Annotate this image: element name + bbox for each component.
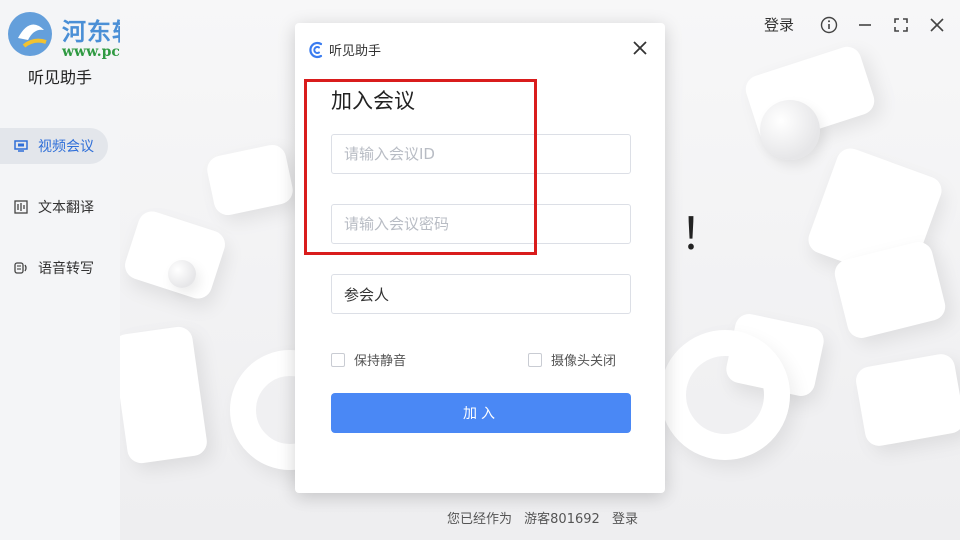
mute-checkbox[interactable]: 保持静音	[331, 350, 406, 369]
background-decoration	[760, 100, 820, 160]
camera-off-checkbox[interactable]: 摄像头关闭	[528, 350, 616, 369]
app-logo-icon	[309, 41, 323, 58]
dialog-header: 听见助手	[309, 40, 381, 59]
background-decoration	[120, 325, 209, 465]
sidebar-item-label: 语音转写	[38, 261, 94, 277]
watermark-logo-icon	[8, 12, 52, 56]
login-link[interactable]: 登录	[764, 14, 794, 35]
close-icon[interactable]	[928, 16, 946, 34]
join-button[interactable]: 加入	[331, 393, 631, 433]
sidebar-item-voice-transcribe[interactable]: 语音转写	[0, 250, 108, 286]
meeting-password-input[interactable]	[331, 204, 631, 244]
minimize-icon[interactable]	[856, 16, 874, 34]
text-translate-icon	[12, 198, 30, 216]
background-decoration	[121, 207, 229, 303]
app-name: 听见助手	[28, 68, 93, 87]
camera-off-checkbox-box[interactable]	[528, 352, 542, 367]
sidebar-item-label: 文本翻译	[38, 200, 94, 216]
participant-name-input[interactable]	[331, 274, 631, 314]
guest-status-prefix: 您已经作为	[447, 512, 513, 527]
guest-id: 游客801692	[524, 512, 600, 527]
background-decoration	[168, 260, 196, 288]
maximize-icon[interactable]	[892, 16, 910, 34]
sidebar-item-text-translate[interactable]: 文本翻译	[0, 189, 108, 225]
voice-transcribe-icon	[12, 259, 30, 277]
background-decoration	[204, 142, 296, 218]
dialog-title: 加入会议	[331, 89, 415, 113]
video-meeting-icon	[12, 137, 30, 155]
mute-label: 保持静音	[354, 354, 407, 369]
dialog-close-icon[interactable]	[631, 39, 649, 57]
sidebar-item-video-meeting[interactable]: 视频会议	[0, 128, 108, 164]
sidebar: 河东软件园 www.pc0359.cn 听见助手 视频会议 文本翻译 语音转写	[0, 0, 186, 540]
dialog-app-name: 听见助手	[329, 44, 382, 59]
window-controls: 登录	[764, 14, 946, 35]
sidebar-item-label: 视频会议	[38, 139, 94, 155]
guest-status: 您已经作为 游客801692 登录	[447, 508, 646, 527]
mute-checkbox-box[interactable]	[331, 352, 345, 367]
footer-login-link[interactable]: 登录	[612, 512, 638, 527]
info-icon[interactable]	[820, 16, 838, 34]
join-meeting-dialog: 听见助手 加入会议 保持静音 摄像头关闭 加入	[295, 23, 665, 493]
background-decoration	[853, 351, 960, 449]
background-decoration	[660, 330, 790, 460]
background-partial-text: ！	[680, 209, 724, 260]
camera-off-label: 摄像头关闭	[551, 354, 617, 369]
meeting-id-input[interactable]	[331, 134, 631, 174]
